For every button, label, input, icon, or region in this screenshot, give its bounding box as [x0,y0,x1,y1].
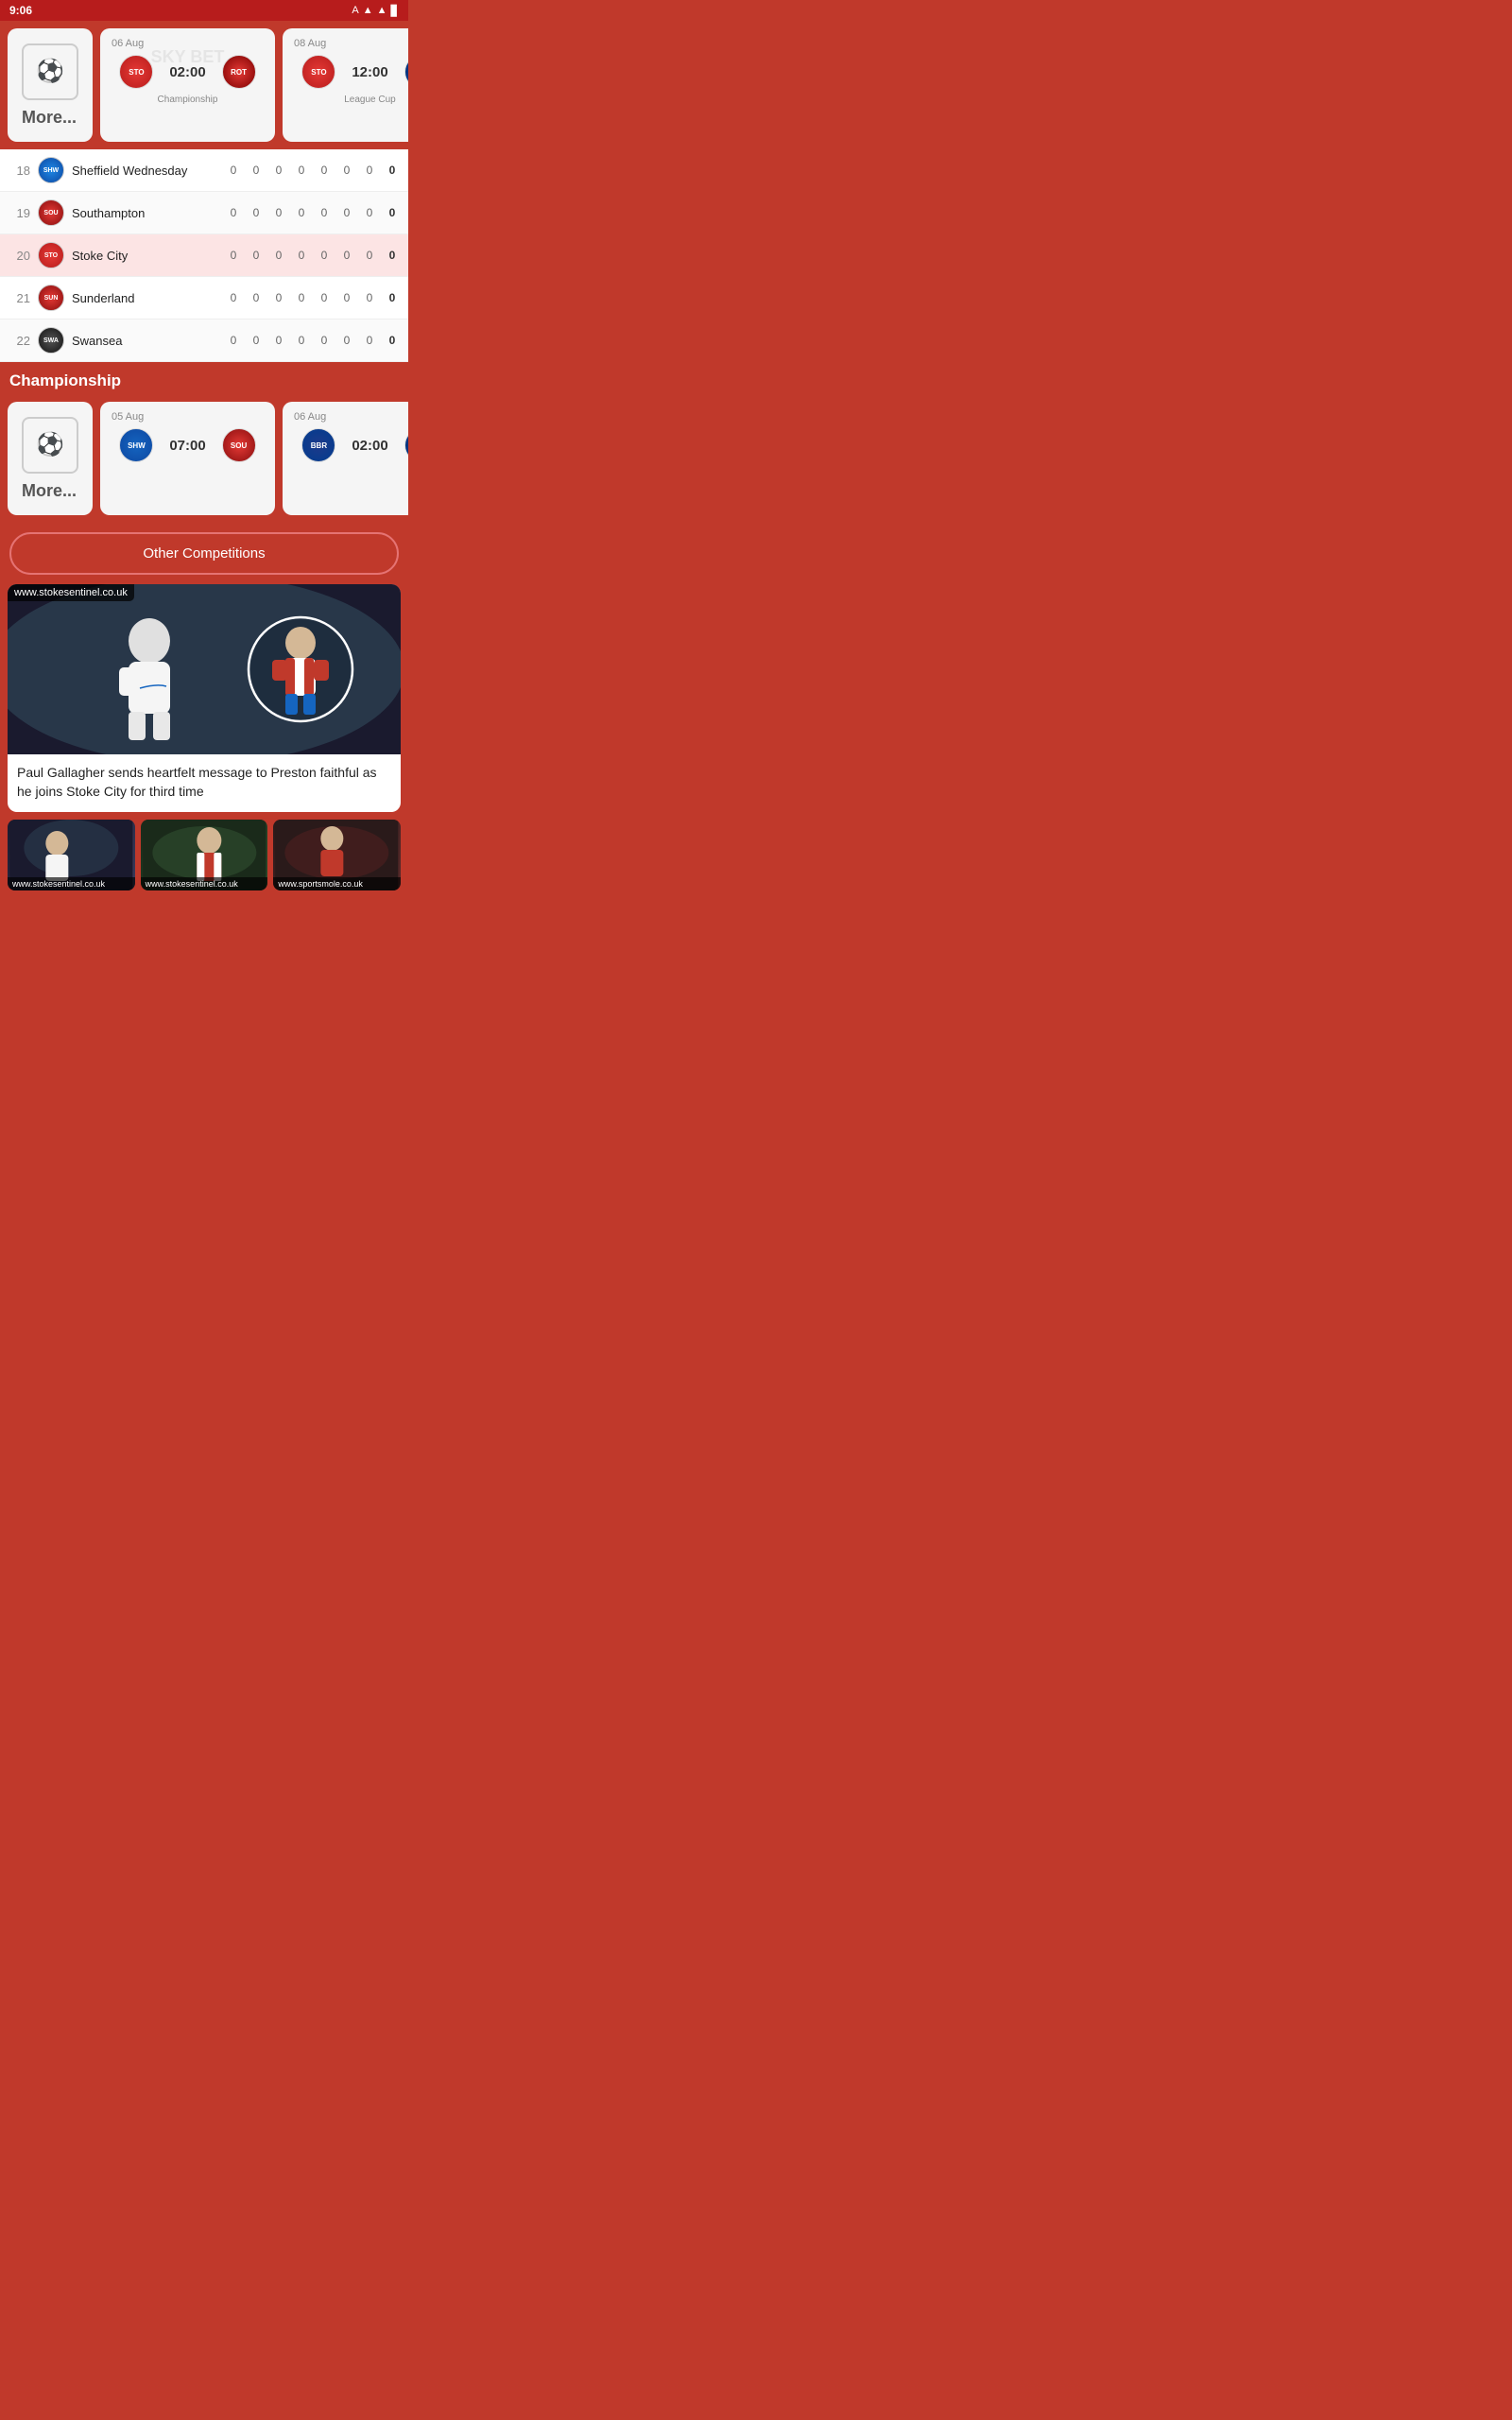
table-stats-19: 0 0 0 0 0 0 0 0 [227,206,399,219]
stoke-fixtures-scroll: ⚽ More... 06 Aug SKY BET STO 02:00 ROT C… [0,21,408,149]
championship-more-label: More... [22,481,78,501]
team-name-22: Swansea [72,334,227,348]
status-bar: 9:06 A ▲ ▲ ▊ [0,0,408,21]
champ-match-card-2[interactable]: 06 Aug BBR 02:00 WBA [283,402,408,515]
team-name-19: Southampton [72,206,227,220]
team-name-18: Sheffield Wednesday [72,164,227,178]
news-source-3: www.sportsmole.co.uk [273,877,401,890]
match-time-2: 12:00 [352,64,387,80]
match-card-2[interactable]: 08 Aug STO 12:00 WBA League Cup [283,28,408,142]
match-competition-2: League Cup [294,95,408,105]
signal-icon: ▲ [377,5,387,16]
table-pos-18: 18 [9,164,30,178]
table-pos-22: 22 [9,334,30,348]
champ-match-time-2: 02:00 [352,438,387,454]
table-pos-20: 20 [9,249,30,263]
news-source-2: www.stokesentinel.co.uk [141,877,268,890]
news-source-main: www.stokesentinel.co.uk [8,584,134,601]
table-stats-18: 0 0 0 0 0 0 0 0 [227,164,399,177]
championship-fixtures-scroll: ⚽ More... 05 Aug SHW 07:00 SOU 06 Aug BB… [0,394,408,523]
table-row-stoke[interactable]: 20 STO Stoke City 0 0 0 0 0 0 0 0 [0,234,408,277]
champ-match-teams-2: BBR 02:00 WBA [294,428,408,462]
championship-section-header: Championship [0,362,408,394]
news-thumb-2[interactable]: www.stokesentinel.co.uk [141,820,268,890]
table-stats-20: 0 0 0 0 0 0 0 0 [227,249,399,262]
championship-more-card[interactable]: ⚽ More... [8,402,93,515]
wba-crest-match: WBA [404,428,408,462]
news-title-main: Paul Gallagher sends heartfelt message t… [8,754,401,812]
table-pos-19: 19 [9,206,30,220]
champ-match-time-1: 07:00 [169,438,205,454]
news-source-1: www.stokesentinel.co.uk [8,877,135,890]
sheffield-crest-match: SHW [119,428,153,462]
news-image: www.stokesentinel.co.uk [8,584,401,754]
table-row[interactable]: 21 SUN Sunderland 0 0 0 0 0 0 0 0 [0,277,408,320]
southampton-crest-match: SOU [222,428,256,462]
league-table: 18 SHW Sheffield Wednesday 0 0 0 0 0 0 0… [0,149,408,362]
status-icons: A ▲ ▲ ▊ [352,5,399,17]
match-card-1[interactable]: 06 Aug SKY BET STO 02:00 ROT Championshi… [100,28,275,142]
wifi-icon: ▲ [363,5,373,16]
swansea-crest: SWA [38,327,64,354]
more-label: More... [22,108,78,128]
battery-icon: ▊ [391,5,399,17]
table-pos-21: 21 [9,291,30,305]
other-competitions-button[interactable]: Other Competitions [9,532,399,575]
table-row[interactable]: 22 SWA Swansea 0 0 0 0 0 0 0 0 [0,320,408,362]
table-row[interactable]: 18 SHW Sheffield Wednesday 0 0 0 0 0 0 0… [0,149,408,192]
sheffield-crest: SHW [38,157,64,183]
news-thumb-3[interactable]: www.sportsmole.co.uk [273,820,401,890]
champ-match-date-2: 06 Aug [294,411,408,423]
stoke-crest-table: STO [38,242,64,268]
southampton-crest: SOU [38,199,64,226]
more-card[interactable]: ⚽ More... [8,28,93,142]
match-teams-2: STO 12:00 WBA [294,55,408,89]
table-stats-22: 0 0 0 0 0 0 0 0 [227,334,399,347]
bottom-news-row: www.stokesentinel.co.uk www.stokesentine… [0,820,408,900]
wba-crest: WBA [404,55,408,89]
android-icon: A [352,5,358,16]
champ-match-date-1: 05 Aug [112,411,264,423]
sunderland-crest: SUN [38,285,64,311]
match-date-2: 08 Aug [294,38,408,49]
news-card-main[interactable]: www.stokesentinel.co.uk [8,584,401,812]
blackburn-crest-match: BBR [301,428,335,462]
status-time: 9:06 [9,4,32,17]
champ-match-teams-1: SHW 07:00 SOU [112,428,264,462]
stoke-crest-2: STO [301,55,335,89]
table-stats-21: 0 0 0 0 0 0 0 0 [227,291,399,304]
news-image-bg [8,584,401,754]
champ-match-card-1[interactable]: 05 Aug SHW 07:00 SOU [100,402,275,515]
team-name-20: Stoke City [72,249,227,263]
news-thumb-1[interactable]: www.stokesentinel.co.uk [8,820,135,890]
match-competition-1: Championship [112,95,264,105]
team-name-21: Sunderland [72,291,227,305]
table-row[interactable]: 19 SOU Southampton 0 0 0 0 0 0 0 0 [0,192,408,234]
